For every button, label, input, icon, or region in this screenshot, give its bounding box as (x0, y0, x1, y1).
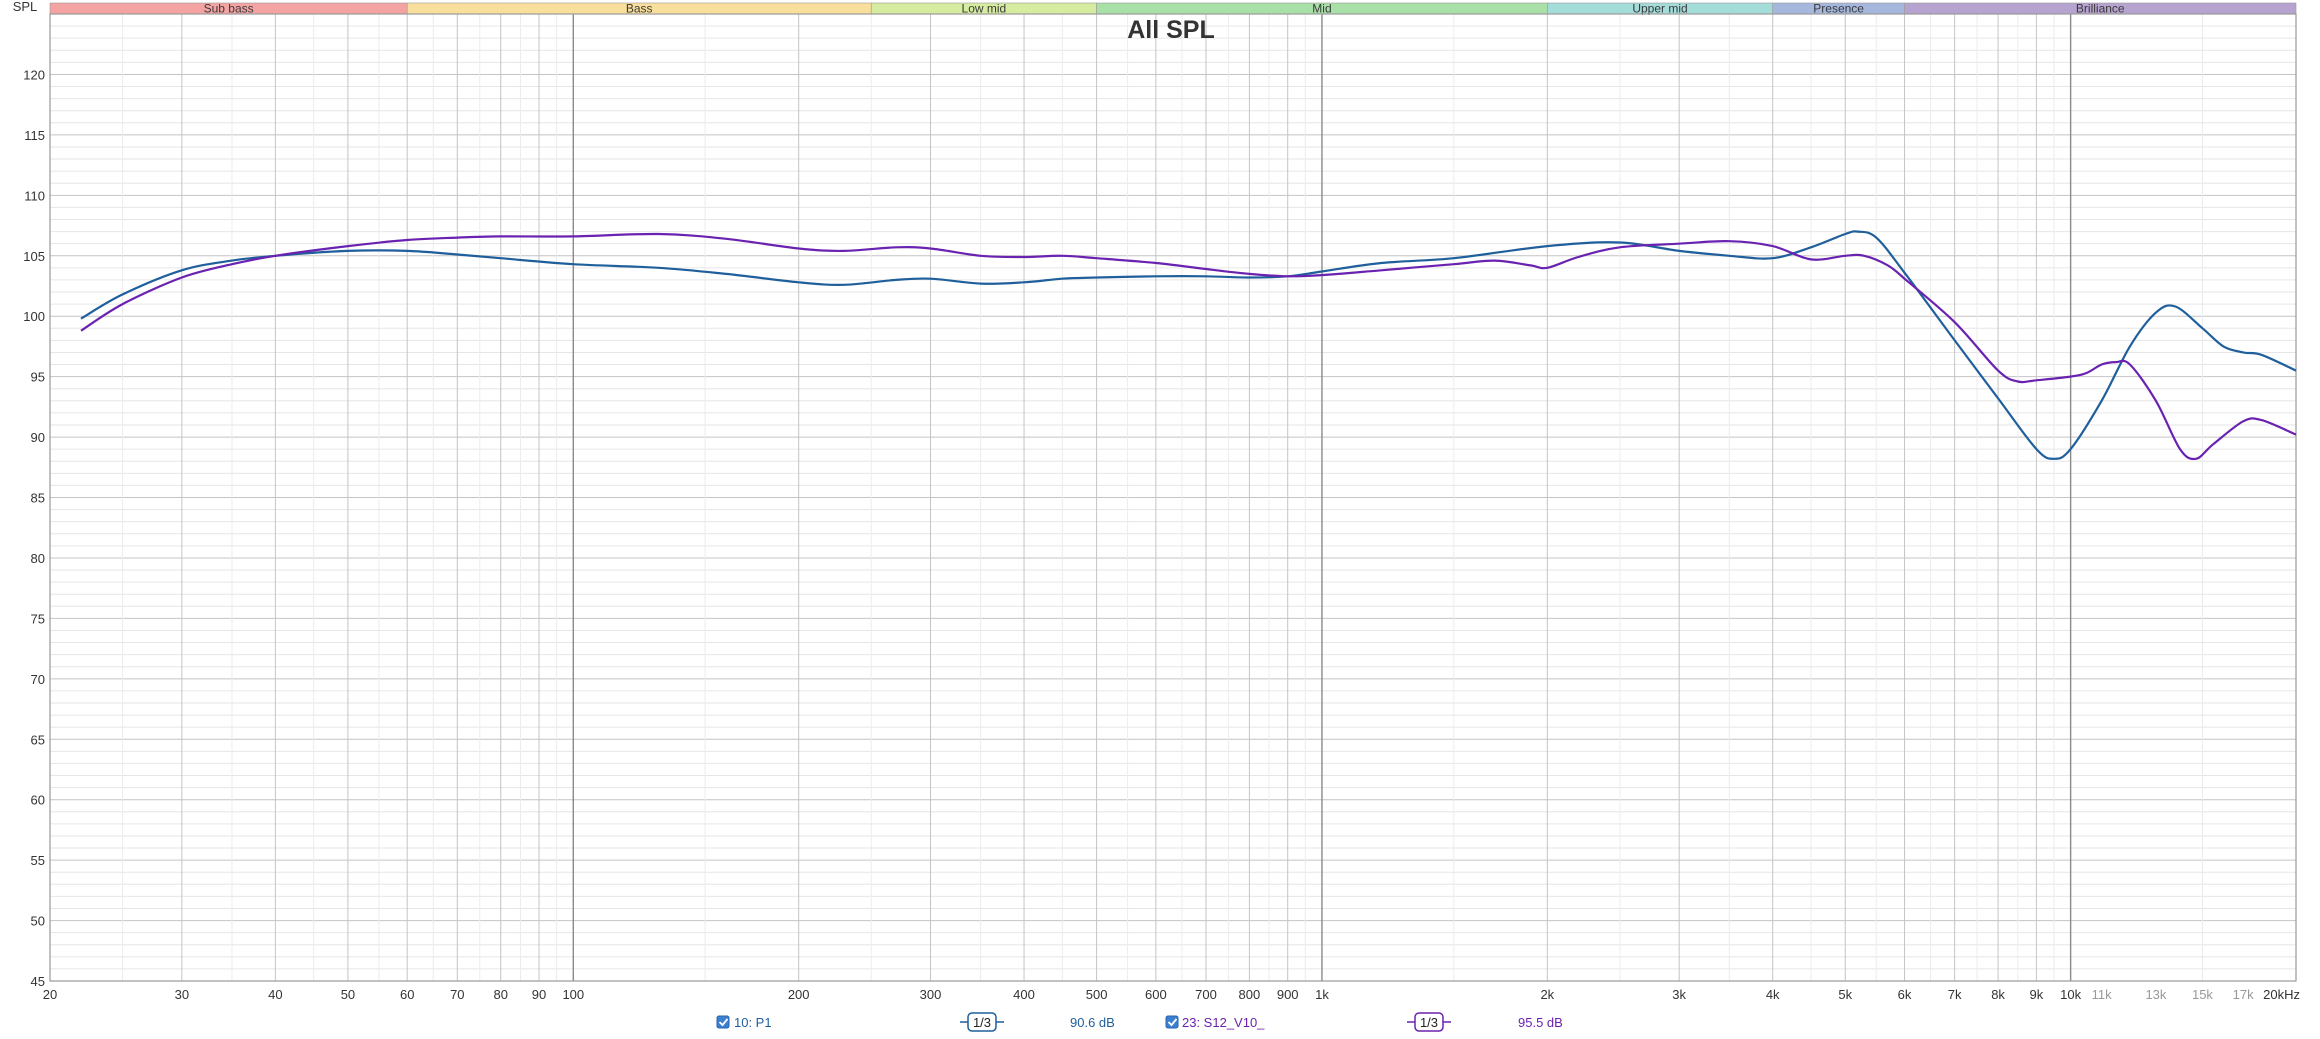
chart-title: All SPL (1127, 16, 1215, 44)
y-tick-label: 55 (31, 853, 45, 868)
x-tick-label: 6k (1898, 987, 1912, 1002)
legend-label-0: 10: P1 (734, 1015, 772, 1030)
legend: 10: P1 1/3 90.6 dB 23: S12_V10_ 1/3 95.5 dB (716, 1012, 1563, 1032)
x-tick-label: 13k (2145, 987, 2166, 1002)
x-tick-label: 50 (341, 987, 355, 1002)
x-tick-label: 600 (1145, 987, 1167, 1002)
x-tick-label: 700 (1195, 987, 1217, 1002)
x-tick-label: 20kHz (2263, 987, 2300, 1002)
legend-label-1: 23: S12_V10_ (1182, 1015, 1265, 1030)
checkbox-box (716, 1015, 730, 1029)
x-tick-label: 500 (1086, 987, 1108, 1002)
x-tick-label: 30 (175, 987, 189, 1002)
x-tick-label: 11k (2092, 987, 2112, 1002)
x-tick-label: 8k (1991, 987, 2005, 1002)
x-tick-label: 17k (2233, 987, 2254, 1002)
spl-chart: Sub bass Bass Low mid Mid Upper mid Presence B… (13, 0, 2300, 1032)
x-tick-label: 20 (43, 987, 57, 1002)
x-tick-label: 200 (788, 987, 810, 1002)
y-tick-label: 90 (31, 430, 45, 445)
y-tick-label: 100 (23, 309, 45, 324)
legend-checkbox-0[interactable] (716, 1015, 730, 1029)
x-tick-label: 900 (1277, 987, 1299, 1002)
smoothing-control-0[interactable]: 1/3 (960, 1012, 1004, 1032)
x-tick-label: 40 (268, 987, 282, 1002)
smoothing-label: 1/3 (973, 1015, 991, 1030)
grid-lines (49, 13, 2297, 982)
x-tick-label: 7k (1948, 987, 1962, 1002)
x-tick-label: 9k (2030, 987, 2044, 1002)
checkbox-box (1165, 1015, 1179, 1029)
y-tick-label: 120 (23, 67, 45, 82)
x-tick-label: 100 (562, 987, 584, 1002)
legend-item-1[interactable]: 23: S12_V10_ 1/3 95.5 dB (1165, 1012, 1563, 1032)
y-tick-label: 65 (31, 732, 45, 747)
y-axis-label: SPL (13, 0, 38, 14)
y-tick-label: 110 (24, 188, 45, 203)
y-tick-label: 70 (31, 672, 45, 687)
x-tick-label: 5k (1838, 987, 1852, 1002)
x-tick-label: 1k (1315, 987, 1329, 1002)
legend-level-1: 95.5 dB (1518, 1015, 1563, 1030)
x-tick-label: 60 (400, 987, 414, 1002)
legend-checkbox-1[interactable] (1165, 1015, 1179, 1029)
y-tick-label: 115 (24, 128, 45, 143)
x-tick-label: 2k (1540, 987, 1554, 1002)
y-tick-label: 95 (31, 370, 45, 385)
y-tick-label: 105 (23, 249, 45, 264)
y-tick-label: 50 (31, 914, 45, 929)
x-tick-label: 3k (1672, 987, 1686, 1002)
legend-item-0[interactable]: 10: P1 1/3 90.6 dB (716, 1012, 1115, 1032)
x-tick-label: 90 (532, 987, 546, 1002)
x-tick-label: 800 (1239, 987, 1261, 1002)
x-tick-label: 300 (920, 987, 942, 1002)
smoothing-label: 1/3 (1420, 1015, 1438, 1030)
x-tick-label: 400 (1013, 987, 1035, 1002)
x-tick-label: 10k (2060, 987, 2081, 1002)
x-tick-label: 15k (2192, 987, 2213, 1002)
y-tick-label: 60 (31, 793, 45, 808)
y-tick-label: 85 (31, 491, 45, 506)
y-tick-label: 75 (31, 611, 45, 626)
smoothing-control-1[interactable]: 1/3 (1407, 1012, 1451, 1032)
x-tick-label: 4k (1766, 987, 1780, 1002)
x-tick-label: 70 (450, 987, 464, 1002)
y-tick-label: 80 (31, 551, 45, 566)
x-tick-label: 80 (494, 987, 508, 1002)
legend-level-0: 90.6 dB (1070, 1015, 1115, 1030)
